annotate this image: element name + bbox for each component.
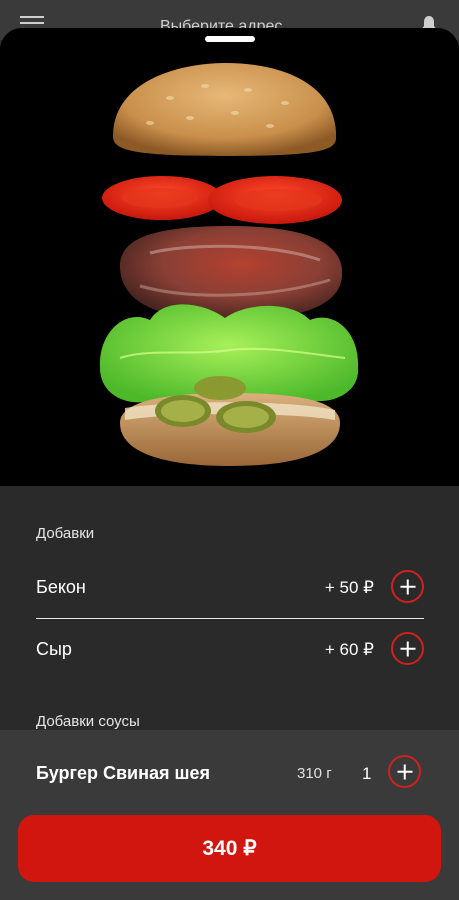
add-to-cart-button[interactable]: 340 ₽ bbox=[18, 815, 441, 882]
sauces-section-title: Добавки соусы bbox=[36, 713, 140, 730]
addon-price: + 50 ₽ bbox=[324, 578, 374, 597]
add-bacon-button[interactable] bbox=[391, 570, 424, 603]
quantity-value: 1 bbox=[362, 764, 372, 783]
addon-name: Сыр bbox=[36, 639, 72, 659]
increase-quantity-button[interactable] bbox=[388, 755, 421, 788]
drag-handle[interactable] bbox=[205, 36, 255, 42]
divider bbox=[36, 618, 424, 619]
product-weight: 310 г bbox=[297, 765, 332, 782]
product-sheet: Добавки Бекон + 50 ₽ Сыр + 60 ₽ Добавки … bbox=[0, 28, 459, 900]
cart-bar: Бургер Свиная шея 310 г 1 340 ₽ bbox=[0, 730, 459, 900]
addon-name: Бекон bbox=[36, 577, 86, 597]
product-name: Бургер Свиная шея bbox=[36, 763, 211, 783]
addons-section-title: Добавки bbox=[36, 525, 95, 542]
product-image bbox=[0, 28, 459, 486]
addon-row-cheese: Сыр + 60 ₽ bbox=[36, 627, 424, 671]
burger-illustration bbox=[99, 63, 359, 466]
addon-row-bacon: Бекон + 50 ₽ bbox=[36, 565, 424, 609]
addon-price: + 60 ₽ bbox=[324, 640, 374, 659]
add-cheese-button[interactable] bbox=[391, 632, 424, 665]
